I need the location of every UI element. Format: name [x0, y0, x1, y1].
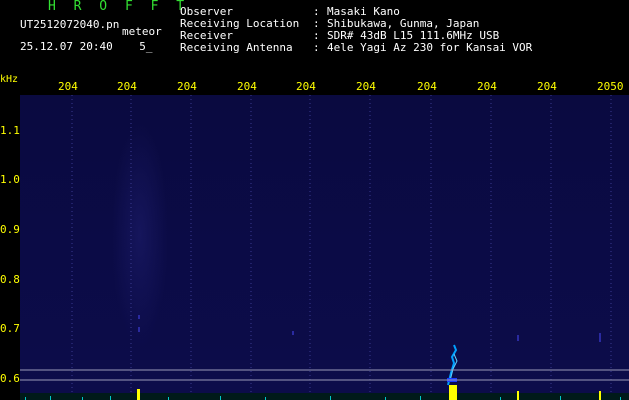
noise-dot	[138, 315, 140, 319]
meteor-tag: meteor	[122, 25, 162, 38]
spectrum-bar	[110, 396, 111, 400]
meteor-echo	[447, 344, 458, 386]
minute-grid	[71, 95, 612, 395]
x-tick-label: 204	[477, 80, 497, 93]
spectrum-strip	[20, 393, 629, 400]
info-colon: :	[313, 41, 320, 54]
x-tick-label: 204	[237, 80, 257, 93]
spectrum-peak	[449, 385, 457, 400]
y-tick-label: 1.1	[0, 124, 20, 137]
hroft-screen: H R O F F T UT2512072040.pn meteor 25.12…	[0, 0, 629, 400]
spectrum-bar	[50, 396, 51, 400]
spectrum-bar	[220, 396, 221, 400]
y-tick-label: 0.7	[0, 322, 20, 335]
noise-dot	[517, 335, 519, 341]
y-tick-label: 0.9	[0, 223, 20, 236]
info-value: 4ele Yagi Az 230 for Kansai VOR	[327, 41, 533, 54]
spectrum-peak	[599, 391, 601, 400]
spectrum-peak	[517, 391, 519, 400]
x-tick-label: 2050	[597, 80, 624, 93]
x-tick-label: 204	[417, 80, 437, 93]
noise-dot	[292, 331, 294, 335]
capture-datetime: 25.12.07 20:40 5_	[20, 40, 153, 53]
info-label: Receiving Antenna	[180, 41, 293, 54]
spectrum-peak	[137, 389, 140, 400]
x-tick-label: 204	[117, 80, 137, 93]
spectrum-bar	[420, 396, 421, 400]
x-tick-label: 204	[177, 80, 197, 93]
noise-dot	[138, 327, 140, 332]
spectrum-bar	[330, 396, 331, 400]
x-tick-label: 204	[537, 80, 557, 93]
y-tick-label: 1.0	[0, 173, 20, 186]
x-tick-label: 204	[296, 80, 316, 93]
y-tick-label: 0.8	[0, 273, 20, 286]
spectrum-bar	[560, 396, 561, 400]
y-tick-label: 0.6	[0, 372, 20, 385]
app-title: H R O F F T	[48, 0, 190, 14]
file-name: UT2512072040.pn	[20, 18, 120, 31]
echo-trace-core	[449, 353, 458, 382]
time-axis: 204 204 204 204 204 204 204 204 204 2050	[0, 80, 629, 94]
waterfall-display	[20, 95, 629, 400]
waterfall-svg	[20, 95, 629, 400]
noise-dot	[599, 333, 601, 342]
frequency-axis: 1.1 1.0 0.9 0.8 0.7 0.6	[0, 95, 20, 400]
x-tick-label: 204	[356, 80, 376, 93]
x-tick-label: 204	[58, 80, 78, 93]
